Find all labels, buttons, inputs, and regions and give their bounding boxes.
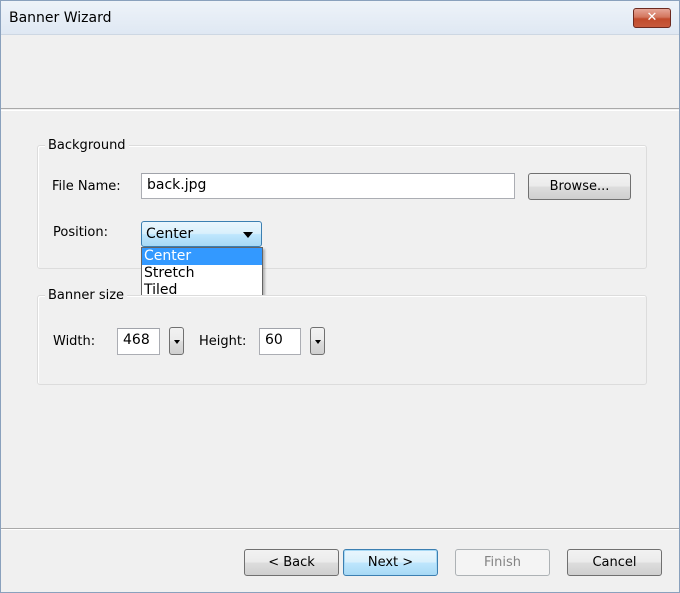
chevron-down-icon	[243, 232, 253, 238]
position-combobox[interactable]: Center	[141, 221, 262, 247]
footer-divider-highlight	[1, 529, 679, 530]
chevron-down-icon	[174, 340, 180, 344]
browse-button[interactable]: Browse...	[528, 173, 631, 200]
close-button[interactable]: ✕	[633, 8, 671, 28]
header-divider	[1, 110, 679, 111]
background-group	[37, 145, 647, 269]
title-bar[interactable]: Banner Wizard ✕	[1, 1, 679, 35]
width-input[interactable]: 468	[117, 328, 160, 355]
height-dropdown-button[interactable]	[310, 327, 325, 355]
file-name-label: File Name:	[52, 179, 121, 194]
background-group-label: Background	[45, 138, 129, 153]
window-title: Banner Wizard	[9, 10, 112, 26]
chevron-down-icon	[315, 340, 321, 344]
banner-wizard-window: Banner Wizard ✕ Background File Name: ba…	[0, 0, 680, 593]
position-selected-value: Center	[146, 226, 194, 242]
finish-button[interactable]: Finish	[455, 549, 550, 576]
position-label: Position:	[53, 225, 108, 240]
banner-size-group-label: Banner size	[45, 288, 128, 303]
dropdown-option-center[interactable]: Center	[142, 248, 262, 265]
back-button[interactable]: < Back	[244, 549, 339, 576]
width-dropdown-button[interactable]	[169, 327, 184, 355]
close-icon: ✕	[646, 10, 658, 25]
width-label: Width:	[53, 334, 96, 349]
wizard-header	[1, 35, 679, 109]
height-input[interactable]: 60	[259, 328, 301, 355]
dropdown-option-stretch[interactable]: Stretch	[142, 265, 262, 282]
next-button[interactable]: Next >	[343, 549, 438, 576]
cancel-button[interactable]: Cancel	[567, 549, 662, 576]
file-name-input[interactable]: back.jpg	[141, 173, 515, 199]
height-label: Height:	[199, 334, 247, 349]
position-dropdown-list: Center Stretch Tiled	[141, 247, 263, 302]
